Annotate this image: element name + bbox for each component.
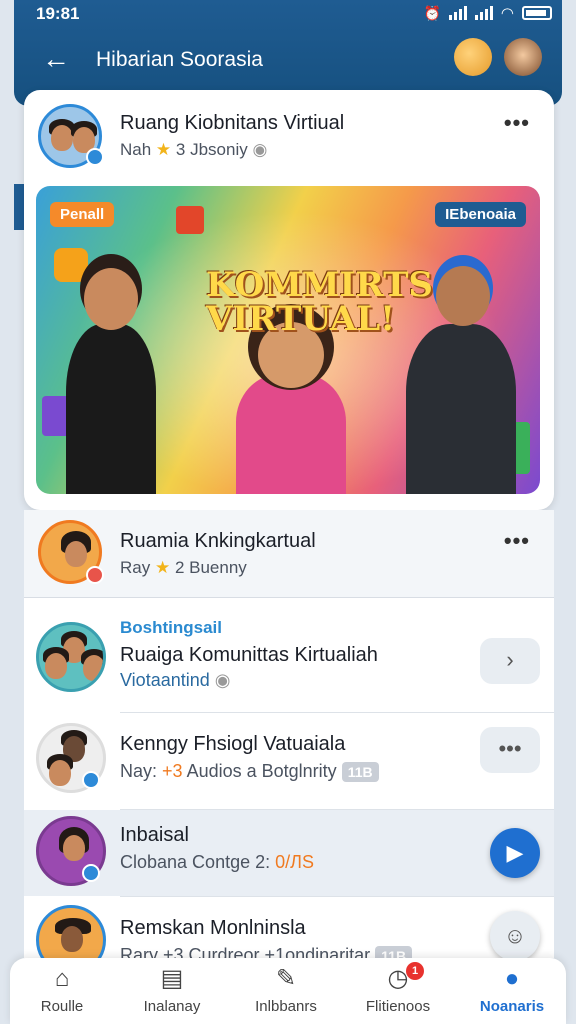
more-icon[interactable]: •••	[480, 727, 540, 773]
home-icon: ⌂	[54, 965, 70, 992]
nav-label: Inlbbanrs	[255, 998, 317, 1015]
post-meta: Ray ★ 2 Buenny	[120, 558, 247, 578]
list-item[interactable]: Inbaisal Clobana Contge 2: 0/ЛЅ ▶	[24, 810, 554, 896]
signal-icon	[448, 6, 467, 20]
battery-icon	[522, 6, 552, 20]
subtitle-text: Clobana Contge 2:	[120, 852, 271, 872]
post-meta: Nah ★ 3 Jbsoniy ◉	[120, 140, 267, 160]
list-item-title: Remskan Monlninsla	[120, 917, 306, 939]
post-title: Ruamia Knkingkartual	[120, 530, 316, 552]
gamer-illustration	[406, 324, 516, 494]
status-icons: ⏰ ◠	[423, 4, 552, 22]
status-badge-icon	[86, 566, 104, 584]
banner-tag-left: Penall	[50, 202, 115, 227]
more-options-icon[interactable]: •••	[504, 110, 530, 136]
banner-tag-right: IEbenoaia	[435, 202, 526, 227]
chevron-right-icon[interactable]: ›	[480, 638, 540, 684]
nav-item-document[interactable]: ▤ Inalanay	[122, 964, 222, 1015]
signal-icon-2	[474, 6, 493, 20]
globe-icon: ◉	[252, 140, 268, 159]
play-icon[interactable]: ▶	[490, 828, 540, 878]
featured-post-card[interactable]: Ruang Kiobnitans Virtiual Nah ★ 3 Jbsoni…	[24, 90, 554, 510]
person-head	[84, 268, 138, 330]
meta-rest: 2 Buenny	[174, 558, 247, 577]
nav-item-history[interactable]: ◷ 1 Flitienoos	[348, 962, 448, 1015]
avatar[interactable]	[36, 622, 106, 692]
chat-icon[interactable]: ☺	[490, 911, 540, 958]
nav-label: Inalanay	[143, 998, 201, 1015]
person-illustration	[66, 324, 156, 494]
list-item[interactable]: Kenngy Fhsiogl Vatuaiala Nay: +3 Audios …	[24, 713, 554, 809]
banner-headline: KOMMIRTS VIRTUAL!	[206, 265, 433, 339]
list-item[interactable]: Remskan Monlninsla Rary +3 Curdreor +1on…	[24, 897, 554, 958]
document-icon: ▤	[160, 965, 184, 992]
verified-badge-icon	[82, 771, 100, 789]
profile-icon: ●	[504, 965, 520, 992]
count-badge: 11B	[341, 762, 379, 783]
list-item[interactable]: Boshtingsail Ruaiga Komunittas Kirtualia…	[24, 598, 554, 712]
list-item-tag: Boshtingsail	[120, 618, 223, 637]
notification-badge: 1	[406, 962, 424, 980]
play-tile-icon	[54, 248, 88, 282]
gift-box-icon	[176, 206, 204, 234]
count-badge: 11B	[375, 946, 413, 958]
list-item-subtitle: Rary +3 Curdreor +1ondinaritar 11B	[120, 945, 413, 958]
verified-badge-icon	[82, 864, 100, 882]
list-item-subtitle: Viotaantind ◉	[120, 670, 230, 691]
more-options-icon[interactable]: •••	[504, 528, 530, 554]
verified-badge-icon	[86, 148, 104, 166]
nav-label: Noanaris	[479, 998, 545, 1015]
star-icon: ★	[154, 558, 171, 577]
wifi-icon: ◠	[500, 5, 514, 22]
highlight-value: 0/ЛЅ	[275, 852, 314, 872]
nav-label: Roulle	[40, 998, 84, 1015]
subtitle-prefix: Nay:	[120, 761, 158, 781]
meta-prefix: Ray	[120, 558, 151, 577]
post-title: Ruang Kiobnitans Virtiual	[120, 112, 345, 134]
list-item-title: Inbaisal	[120, 824, 189, 846]
avatar[interactable]	[36, 905, 106, 958]
post-banner-image[interactable]: Penall IEbenoaia KOMMIRTS VIRTUAL!	[36, 186, 540, 494]
subtitle-text: Rary +3 Curdreor +1ondinaritar	[120, 945, 371, 958]
nav-item-edit[interactable]: ✎ Inlbbanrs	[236, 964, 336, 1015]
status-time: 19:81	[36, 4, 80, 23]
list-item-title: Ruaiga Komunittas Kirtualiah	[120, 644, 378, 666]
list-item-subtitle: Nay: +3 Audios a Botglnrity 11B	[120, 761, 379, 783]
edit-icon: ✎	[275, 965, 297, 992]
meta-prefix: Nah	[120, 140, 152, 159]
list-item-title: Kenngy Fhsiogl Vatuaiala	[120, 733, 346, 755]
globe-icon: ◉	[214, 670, 231, 690]
subtitle-text: Audios a Botglnrity	[186, 761, 337, 781]
bottom-navigation: ⌂ Roulle ▤ Inalanay ✎ Inlbbanrs ◷ 1 Flit…	[10, 958, 566, 1024]
nav-item-home[interactable]: ⌂ Roulle	[12, 964, 112, 1015]
back-arrow-icon[interactable]: ←	[42, 44, 74, 76]
mascot-avatar-icon[interactable]	[454, 38, 492, 76]
page-title: Hibarian Soorasia	[96, 48, 263, 71]
second-post-card[interactable]: Ruamia Knkingkartual Ray ★ 2 Buenny •••	[24, 510, 554, 598]
child-illustration	[236, 374, 346, 494]
subtitle-count: +3	[162, 761, 183, 781]
list-item-subtitle: Clobana Contge 2: 0/ЛЅ	[120, 852, 314, 873]
nav-item-profile[interactable]: ● Noanaris	[462, 964, 562, 1015]
community-list: Boshtingsail Ruaiga Komunittas Kirtualia…	[24, 598, 554, 958]
profile-avatar[interactable]	[504, 38, 542, 76]
star-icon: ★	[155, 140, 172, 159]
gamer-head	[436, 266, 490, 326]
alarm-icon: ⏰	[423, 4, 441, 21]
subtitle-text: Viotaantind	[120, 670, 210, 690]
nav-label: Flitienoos	[365, 998, 431, 1015]
meta-rest: 3 Jbsoniy	[175, 140, 248, 159]
